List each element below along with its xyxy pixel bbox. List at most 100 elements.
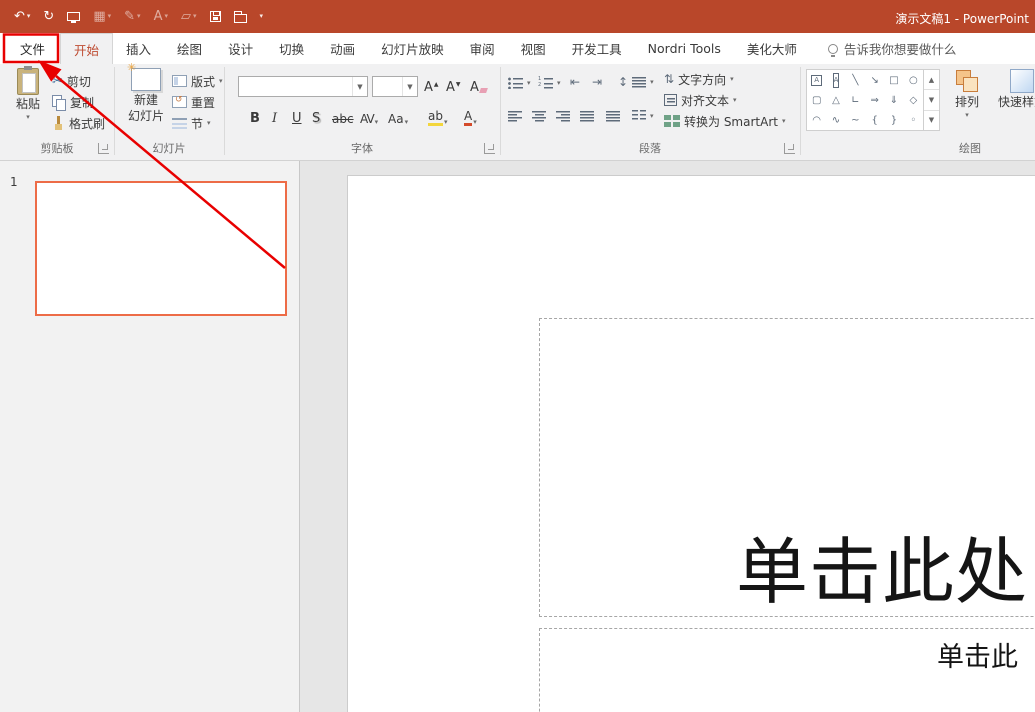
increase-font-button[interactable]: A▲ — [424, 77, 439, 95]
line-spacing-button[interactable]: ↕▾ — [618, 72, 654, 92]
numbering-button[interactable]: ▾ — [538, 73, 561, 93]
font-name-combo[interactable]: ▼ — [238, 76, 368, 97]
save-icon[interactable] — [210, 11, 221, 22]
tab-nordri-tools[interactable]: Nordri Tools — [635, 33, 734, 64]
open-folder-icon[interactable] — [234, 11, 247, 23]
paste-button[interactable]: 粘贴 ▾ — [8, 68, 48, 121]
underline-button[interactable]: U — [292, 108, 302, 126]
copy-button[interactable]: 复制 — [52, 92, 94, 112]
dropdown-arrow: ▾ — [164, 13, 168, 20]
shape-scribble-icon[interactable]: ~ — [846, 110, 865, 130]
font-color-icon[interactable]: A▾ — [154, 10, 168, 23]
section-button[interactable]: 节 ▾ — [172, 113, 211, 133]
shape-curve-icon[interactable]: ∿ — [826, 110, 845, 130]
pen-icon[interactable]: ✎▾ — [124, 10, 140, 23]
distribute-button[interactable] — [606, 106, 620, 126]
format-painter-button[interactable]: 格式刷 — [52, 113, 105, 133]
align-left-button[interactable] — [508, 106, 522, 126]
shape-vertical-textbox-icon[interactable]: A — [826, 70, 845, 90]
tell-me-box[interactable]: 告诉我你想要做什么 — [818, 33, 967, 64]
clipboard-dialog-launcher[interactable] — [98, 143, 109, 154]
shape-right-brace-icon[interactable]: } — [884, 110, 903, 130]
cut-button[interactable]: ✂ 剪切 — [52, 71, 91, 91]
start-slideshow-icon[interactable] — [67, 12, 80, 21]
redo-icon[interactable]: ↻ — [43, 10, 54, 23]
shape-right-arrow-icon[interactable]: ⇒ — [865, 90, 884, 110]
undo-icon[interactable]: ↶▾ — [14, 10, 30, 23]
reset-button[interactable]: 重置 — [172, 92, 215, 112]
align-text-button[interactable]: 对齐文本▾ — [664, 90, 737, 110]
align-right-button[interactable] — [556, 106, 570, 126]
tab-insert[interactable]: 插入 — [113, 33, 164, 64]
tab-review[interactable]: 审阅 — [457, 33, 508, 64]
gallery-scroll-up-icon[interactable]: ▲ — [924, 70, 939, 89]
arrange-button[interactable]: 排列 ▾ — [948, 69, 986, 119]
tab-developer[interactable]: 开发工具 — [559, 33, 635, 64]
shape-rounded-rectangle-icon[interactable]: ▢ — [807, 90, 826, 110]
italic-button[interactable]: I — [272, 108, 277, 126]
shape-oval-icon[interactable]: ○ — [904, 70, 923, 90]
shape-left-brace-icon[interactable]: { — [865, 110, 884, 130]
slide-thumbnail-1[interactable] — [35, 181, 287, 316]
quick-styles-icon — [1010, 69, 1034, 93]
bullets-button[interactable]: ▾ — [508, 73, 531, 93]
gallery-scroll-down-icon[interactable]: ▼ — [924, 89, 939, 109]
shape-pen-icon[interactable]: ▱▾ — [181, 10, 197, 23]
text-highlight-button[interactable]: ab▾ — [428, 108, 448, 126]
slide-editing-area[interactable]: 单击此处 单击此 — [347, 175, 1035, 712]
decrease-font-button[interactable]: A▼ — [446, 77, 461, 95]
text-direction-button[interactable]: ⇅文字方向▾ — [664, 69, 734, 89]
shape-rectangle-icon[interactable]: □ — [884, 70, 903, 90]
tab-view[interactable]: 视图 — [508, 33, 559, 64]
shape-line-icon[interactable]: ╲ — [846, 70, 865, 90]
increase-indent-button[interactable]: ⇥ — [592, 72, 602, 92]
tab-slideshow[interactable]: 幻灯片放映 — [368, 33, 457, 64]
combo-arrow-icon[interactable]: ▼ — [352, 77, 367, 96]
shape-freeform-icon[interactable]: ◦ — [904, 110, 923, 130]
gallery-more-icon[interactable]: ▼ — [924, 110, 939, 130]
shape-triangle-icon[interactable]: △ — [826, 90, 845, 110]
tab-animations[interactable]: 动画 — [317, 33, 368, 64]
text-shadow-button[interactable]: S — [312, 108, 320, 126]
character-spacing-button[interactable]: AV▾ — [360, 108, 377, 126]
title-placeholder-text: 单击此处 — [736, 531, 1028, 614]
shape-arrow-line-icon[interactable]: ↘ — [865, 70, 884, 90]
shape-elbow-connector-icon[interactable]: ∟ — [846, 90, 865, 110]
font-color-button[interactable]: A▾ — [464, 108, 477, 126]
table-pen-icon[interactable]: ▦▾ — [93, 10, 111, 23]
quick-access-toolbar: ↶▾ ↻ ▦▾ ✎▾ A▾ ▱▾ ▾ — [14, 0, 263, 33]
align-center-button[interactable] — [532, 106, 546, 126]
decrease-indent-button[interactable]: ⇤ — [570, 72, 580, 92]
shape-diamond-icon[interactable]: ◇ — [904, 90, 923, 110]
layout-icon — [172, 75, 187, 87]
tab-design[interactable]: 设计 — [215, 33, 266, 64]
align-left-icon — [508, 111, 522, 122]
indent-right-icon: ⇥ — [592, 75, 602, 89]
justify-button[interactable] — [580, 106, 594, 126]
tab-file[interactable]: 文件 — [5, 33, 60, 64]
customize-qat-icon[interactable]: ▾ — [260, 13, 264, 20]
title-placeholder[interactable]: 单击此处 — [539, 318, 1035, 617]
quick-styles-button[interactable]: 快速样式 — [994, 69, 1035, 109]
clear-formatting-button[interactable]: A — [470, 77, 487, 95]
tab-draw[interactable]: 绘图 — [164, 33, 215, 64]
strikethrough-button[interactable]: abc — [332, 108, 354, 126]
convert-smartart-button[interactable]: 转换为 SmartArt▾ — [664, 111, 785, 131]
font-size-combo[interactable]: ▼ — [372, 76, 418, 97]
dropdown-arrow: ▾ — [219, 77, 223, 85]
bold-button[interactable]: B — [250, 108, 260, 126]
shape-down-arrow-icon[interactable]: ⇓ — [884, 90, 903, 110]
tab-meihua-dashi[interactable]: 美化大师 — [734, 33, 810, 64]
columns-button[interactable]: ▾ — [632, 106, 654, 126]
paragraph-dialog-launcher[interactable] — [784, 143, 795, 154]
tab-transitions[interactable]: 切换 — [266, 33, 317, 64]
combo-arrow-icon[interactable]: ▼ — [402, 77, 417, 96]
shape-arc-icon[interactable]: ◠ — [807, 110, 826, 130]
subtitle-placeholder[interactable]: 单击此 — [539, 628, 1035, 712]
tab-home[interactable]: 开始 — [60, 33, 113, 64]
layout-button[interactable]: 版式 ▾ — [172, 71, 223, 91]
change-case-button[interactable]: Aa▾ — [388, 108, 408, 126]
shape-textbox-icon[interactable]: A — [807, 70, 826, 90]
new-slide-button[interactable]: 新建 幻灯片 — [122, 68, 170, 123]
font-dialog-launcher[interactable] — [484, 143, 495, 154]
